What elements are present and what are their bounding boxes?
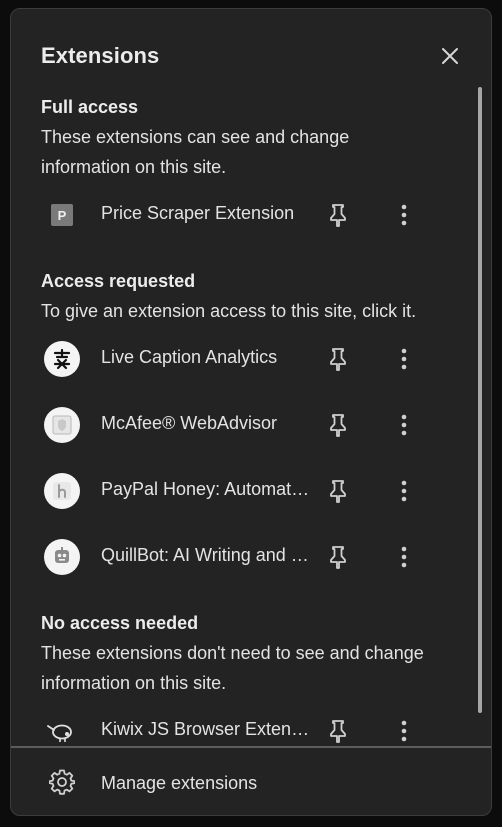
more-options-button[interactable] [395,719,413,743]
extension-name: Kiwix JS Browser Extension [101,719,311,739]
more-vert-icon [401,546,407,568]
footer-divider [11,746,491,748]
pin-icon [330,348,346,371]
quillbot-robot-icon [44,539,80,575]
more-vert-icon [401,480,407,502]
price-scraper-icon: P [51,204,73,226]
extension-name: Live Caption Analytics [101,347,278,367]
extension-name: QuillBot: AI Writing and Grammar Checker… [101,545,311,565]
close-button[interactable] [437,43,463,69]
more-vert-icon [401,204,407,226]
more-vert-icon [401,720,407,742]
honey-h-icon [44,473,80,509]
pin-button[interactable] [327,347,349,371]
pin-icon [330,480,346,503]
extension-row-paypal-honey[interactable]: PayPal Honey: Automatic Coupons & Reward… [11,463,471,519]
more-vert-icon [401,414,407,436]
extensions-popup: Extensions Full access These extensions … [10,8,492,816]
more-options-button[interactable] [395,413,413,437]
scrollbar[interactable] [472,75,488,745]
more-options-button[interactable] [395,347,413,371]
pin-button[interactable] [327,545,349,569]
more-options-button[interactable] [395,545,413,569]
extension-row-quillbot[interactable]: QuillBot: AI Writing and Grammar Checker… [11,529,471,585]
access-requested-description: To give an extension access to this site… [41,301,417,321]
full-access-description: These extensions can see and change info… [41,127,350,177]
pin-icon [330,546,346,569]
scrollbar-thumb[interactable] [478,87,482,713]
close-icon [442,48,458,64]
pin-button[interactable] [327,719,349,743]
no-access-description: These extensions don't need to see and c… [41,643,424,693]
manage-extensions-label: Manage extensions [101,773,258,793]
popup-title: Extensions [41,43,160,68]
full-access-heading: Full access [41,97,139,117]
no-access-heading: No access needed [41,613,199,633]
extension-row-mcafee[interactable]: McAfee® WebAdvisor [11,397,471,453]
pin-button[interactable] [327,203,349,227]
access-requested-heading: Access requested [41,271,196,291]
live-caption-icon [44,341,80,377]
pin-icon [330,720,346,743]
kiwi-bird-icon [44,713,80,749]
pin-button[interactable] [327,413,349,437]
extension-name: Price Scraper Extension [101,203,295,223]
pin-button[interactable] [327,479,349,503]
more-options-button[interactable] [395,479,413,503]
more-options-button[interactable] [395,203,413,227]
manage-extensions-button[interactable]: Manage extensions [11,749,491,815]
extension-row-live-caption[interactable]: Live Caption Analytics [11,331,471,387]
pin-icon [330,204,346,227]
extension-name: PayPal Honey: Automatic Coupons & Reward… [101,479,311,499]
extension-name: McAfee® WebAdvisor [101,413,277,433]
mcafee-shield-icon [44,407,80,443]
more-vert-icon [401,348,407,370]
extension-row-price-scraper[interactable]: P Price Scraper Extension [11,187,471,243]
pin-icon [330,414,346,437]
gear-icon [49,769,75,795]
